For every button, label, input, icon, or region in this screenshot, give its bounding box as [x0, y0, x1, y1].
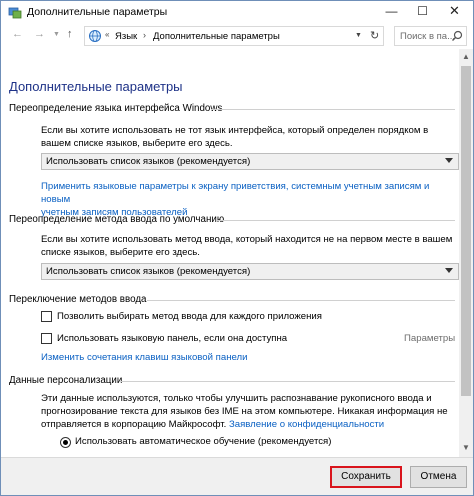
- divider: [211, 109, 455, 110]
- personalization-line2: прогнозирование текста для языков без IM…: [41, 406, 448, 417]
- input-method-selected: Использовать список языков (рекомендуетс…: [46, 266, 251, 277]
- personalization-line1: Эти данные используются, только чтобы ул…: [41, 393, 432, 404]
- close-button[interactable]: ✕: [439, 1, 470, 23]
- chevron-down-icon: [445, 158, 453, 163]
- main-content: Дополнительные параметры Переопределение…: [1, 49, 459, 457]
- divider: [121, 381, 455, 382]
- globe-icon: [89, 30, 101, 42]
- back-icon[interactable]: ←: [12, 28, 23, 40]
- address-dropdown-icon[interactable]: ▼: [355, 32, 362, 39]
- display-language-description: Если вы хотите использовать не тот язык …: [41, 125, 429, 149]
- breadcrumb-overflow-icon[interactable]: «: [105, 30, 109, 39]
- breadcrumb-advanced-settings[interactable]: Дополнительные параметры: [153, 31, 280, 42]
- breadcrumb-separator-icon[interactable]: ›: [143, 30, 146, 40]
- radio-selected-dot: [63, 440, 68, 445]
- personalization-description: Эти данные используются, только чтобы ул…: [41, 392, 453, 431]
- save-button[interactable]: Сохранить: [330, 466, 402, 488]
- per-app-input-label[interactable]: Позволить выбирать метод ввода для каждо…: [57, 311, 322, 322]
- search-box[interactable]: Поиск в па...: [394, 26, 467, 46]
- search-placeholder: Поиск в па...: [400, 31, 455, 42]
- cancel-button[interactable]: Отмена: [410, 466, 467, 488]
- divider: [147, 300, 455, 301]
- auto-learning-radio[interactable]: [60, 437, 71, 448]
- personalization-heading: Данные персонализации: [9, 375, 123, 386]
- display-language-heading: Переопределение языка интерфейса Windows: [9, 103, 223, 114]
- change-hotkeys-link[interactable]: Изменить сочетания клавиш языковой панел…: [41, 351, 247, 364]
- scroll-down-icon[interactable]: ▼: [462, 443, 470, 452]
- per-app-input-checkbox[interactable]: [41, 311, 52, 322]
- privacy-statement-link[interactable]: Заявление о конфиденциальности: [229, 419, 384, 430]
- input-method-select[interactable]: Использовать список языков (рекомендуетс…: [41, 263, 459, 280]
- breadcrumb-language[interactable]: Язык: [115, 31, 137, 42]
- up-icon[interactable]: ↑: [67, 28, 73, 40]
- vertical-scrollbar[interactable]: ▲ ▼: [459, 49, 473, 457]
- forward-icon[interactable]: →: [34, 28, 45, 40]
- switching-heading: Переключение методов ввода: [9, 294, 147, 305]
- scrollbar-thumb[interactable]: [461, 66, 471, 396]
- language-bar-label[interactable]: Использовать языковую панель, если она д…: [57, 333, 287, 344]
- display-language-select[interactable]: Использовать список языков (рекомендуетс…: [41, 153, 459, 170]
- title-bar: Дополнительные параметры — ☐ ✕: [1, 1, 473, 23]
- personalization-line3: отправляется в корпорацию Майкрософт. За…: [41, 418, 453, 431]
- refresh-icon[interactable]: ↻: [370, 29, 379, 42]
- divider: [217, 220, 455, 221]
- options-link[interactable]: Параметры: [404, 332, 455, 345]
- navigation-bar: ← → ▼ ↑ « Язык › Дополнительные параметр…: [1, 23, 473, 49]
- recent-locations-icon[interactable]: ▼: [53, 31, 60, 38]
- personalization-line3-text: отправляется в корпорацию Майкрософт.: [41, 419, 227, 430]
- search-icon: [452, 30, 463, 41]
- window-title: Дополнительные параметры: [27, 6, 168, 18]
- chevron-down-icon: [445, 268, 453, 273]
- settings-window: Дополнительные параметры — ☐ ✕ ← → ▼ ↑ «…: [0, 0, 474, 496]
- input-method-heading: Переопределение метода ввода по умолчани…: [9, 214, 225, 225]
- apply-language-link-line1[interactable]: Применить языковые параметры к экрану пр…: [41, 180, 459, 206]
- input-method-description: Если вы хотите использовать метод ввода,…: [41, 234, 453, 258]
- language-bar-checkbox[interactable]: [41, 333, 52, 344]
- auto-learning-label[interactable]: Использовать автоматическое обучение (ре…: [75, 436, 331, 447]
- page-title: Дополнительные параметры: [9, 79, 183, 94]
- display-language-selected: Использовать список языков (рекомендуетс…: [46, 156, 251, 167]
- address-bar[interactable]: « Язык › Дополнительные параметры ▼ ↻: [84, 26, 384, 46]
- minimize-button[interactable]: —: [376, 1, 407, 23]
- maximize-button[interactable]: ☐: [407, 1, 438, 23]
- scroll-up-icon[interactable]: ▲: [462, 52, 470, 61]
- dialog-footer: Сохранить Отмена: [1, 457, 473, 495]
- control-panel-icon: [8, 7, 22, 19]
